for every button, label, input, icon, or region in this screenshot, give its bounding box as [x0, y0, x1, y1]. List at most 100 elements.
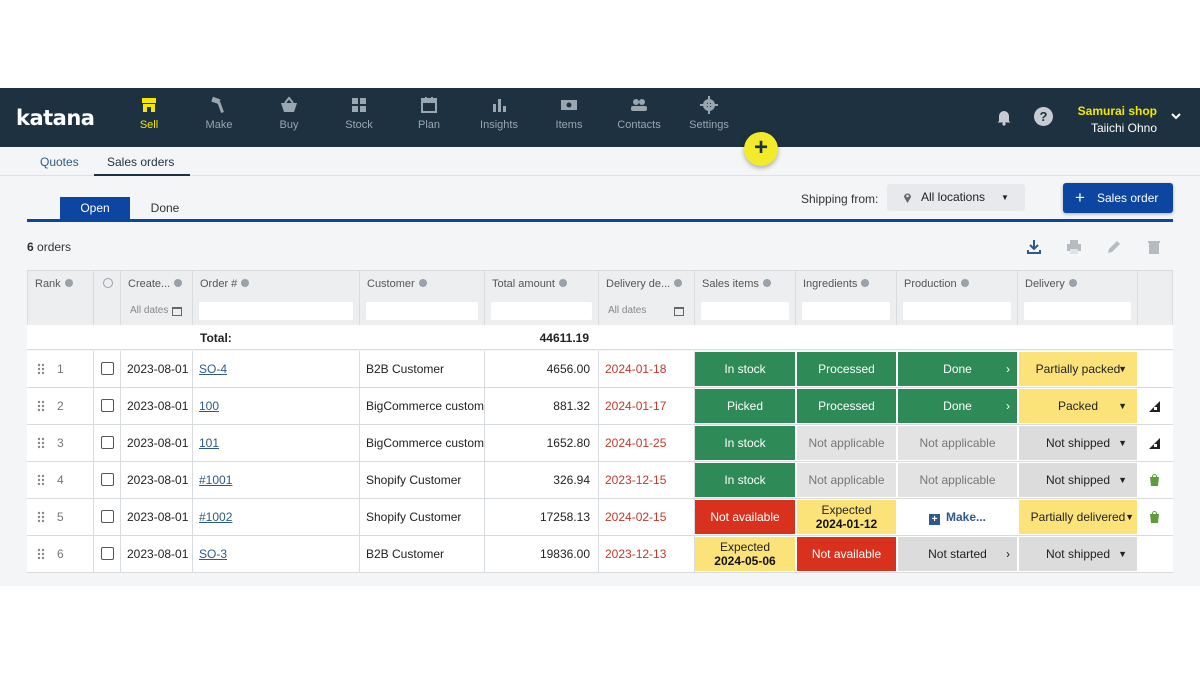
- filter-customer[interactable]: [360, 298, 485, 325]
- filter-total[interactable]: [485, 298, 599, 325]
- sales-items-status[interactable]: In stock: [695, 463, 795, 497]
- column-header-rank[interactable]: Rank: [27, 270, 94, 298]
- order-link[interactable]: #1002: [199, 510, 232, 524]
- delivery-status[interactable]: Not shipped ▼: [1019, 426, 1137, 460]
- table-row[interactable]: 1 2023-08-01 SO-4 B2B Customer 4656.00 2…: [27, 351, 1173, 388]
- customer-cell[interactable]: BigCommerce custom: [360, 388, 485, 424]
- nav-items[interactable]: Items: [534, 96, 604, 131]
- ingredients-status[interactable]: Processed: [797, 352, 896, 386]
- sales-items-status[interactable]: In stock: [695, 352, 795, 386]
- delivery-status[interactable]: Partially packed ▼: [1019, 352, 1137, 386]
- filter-created[interactable]: All dates: [121, 298, 193, 325]
- production-status[interactable]: Not applicable: [898, 426, 1017, 460]
- nav-insights[interactable]: Insights: [464, 96, 534, 131]
- tab-sales-orders[interactable]: Sales orders: [107, 155, 174, 169]
- column-header-sales-items[interactable]: Sales items: [695, 270, 796, 298]
- location-select[interactable]: All locations ▼: [887, 184, 1025, 211]
- column-header-delivery-date[interactable]: Delivery de...: [599, 270, 695, 298]
- table-row[interactable]: 4 2023-08-01 #1001 Shopify Customer 326.…: [27, 462, 1173, 499]
- sales-items-status[interactable]: In stock: [695, 426, 795, 460]
- customer-cell[interactable]: B2B Customer: [360, 536, 485, 572]
- production-status[interactable]: Not applicable: [898, 463, 1017, 497]
- tab-quotes[interactable]: Quotes: [40, 155, 79, 169]
- table-row[interactable]: 6 2023-08-01 SO-3 B2B Customer 19836.00 …: [27, 536, 1173, 573]
- row-checkbox[interactable]: [101, 547, 114, 560]
- sales-items-status[interactable]: Picked: [695, 389, 795, 423]
- column-header-customer[interactable]: Customer: [360, 270, 485, 298]
- column-header-delivery[interactable]: Delivery: [1018, 270, 1138, 298]
- customer-cell[interactable]: B2B Customer: [360, 351, 485, 387]
- edit-icon[interactable]: [1106, 239, 1122, 255]
- production-status[interactable]: Not started ›: [898, 537, 1017, 571]
- download-icon[interactable]: [1026, 239, 1042, 255]
- shop-name[interactable]: Samurai shop: [1078, 104, 1157, 118]
- filter-delivery[interactable]: [1018, 298, 1138, 325]
- filter-customer-input[interactable]: [366, 302, 478, 320]
- customer-cell[interactable]: Shopify Customer: [360, 462, 485, 498]
- filter-order[interactable]: [193, 298, 360, 325]
- delivery-status[interactable]: Not shipped ▼: [1019, 463, 1137, 497]
- filter-order-input[interactable]: [199, 302, 353, 320]
- nav-plan[interactable]: Plan: [394, 96, 464, 131]
- column-header-order[interactable]: Order #: [193, 270, 360, 298]
- ingredients-status[interactable]: Not available: [797, 537, 896, 571]
- bell-icon[interactable]: [995, 108, 1013, 126]
- nav-buy[interactable]: Buy: [254, 96, 324, 131]
- row-checkbox[interactable]: [101, 436, 114, 449]
- order-link[interactable]: 101: [199, 436, 219, 450]
- sales-items-status[interactable]: Not available: [695, 500, 795, 534]
- ingredients-status[interactable]: Not applicable: [797, 426, 896, 460]
- row-checkbox[interactable]: [101, 362, 114, 375]
- filter-production[interactable]: [897, 298, 1018, 325]
- column-header-total[interactable]: Total amount: [485, 270, 599, 298]
- make-order-button[interactable]: + Make...: [898, 500, 1017, 534]
- column-header-ingredients[interactable]: Ingredients: [796, 270, 897, 298]
- table-row[interactable]: 2 2023-08-01 100 BigCommerce custom 881.…: [27, 388, 1173, 425]
- column-header-production[interactable]: Production: [897, 270, 1018, 298]
- customer-cell[interactable]: Shopify Customer: [360, 499, 485, 535]
- production-status[interactable]: Done ›: [898, 352, 1017, 386]
- tab-done[interactable]: Done: [130, 197, 200, 219]
- delivery-status[interactable]: Partially delivered ▼: [1019, 500, 1137, 534]
- row-checkbox[interactable]: [101, 510, 114, 523]
- filter-delivery-input[interactable]: All dates: [605, 302, 688, 320]
- add-sales-order-button[interactable]: + Sales order: [1063, 183, 1173, 213]
- sales-items-status[interactable]: Expected 2024-05-06: [695, 537, 795, 571]
- customer-cell[interactable]: BigCommerce custom: [360, 425, 485, 461]
- delete-icon[interactable]: [1146, 239, 1162, 255]
- filter-delivery-date[interactable]: All dates: [599, 298, 695, 325]
- chevron-down-icon[interactable]: [1170, 110, 1182, 122]
- nav-stock[interactable]: Stock: [324, 96, 394, 131]
- quick-create-button[interactable]: +: [744, 132, 778, 166]
- tab-open[interactable]: Open: [60, 197, 130, 219]
- column-header-status[interactable]: [94, 270, 121, 298]
- user-name[interactable]: Taiichi Ohno: [1091, 121, 1157, 135]
- filter-delivery-status-input[interactable]: [1024, 302, 1131, 320]
- ingredients-status[interactable]: Expected 2024-01-12: [797, 500, 896, 534]
- order-link[interactable]: 100: [199, 399, 219, 413]
- table-row[interactable]: 3 2023-08-01 101 BigCommerce custom 1652…: [27, 425, 1173, 462]
- nav-settings[interactable]: Settings: [674, 96, 744, 131]
- table-row[interactable]: 5 2023-08-01 #1002 Shopify Customer 1725…: [27, 499, 1173, 536]
- column-header-created[interactable]: Create...: [121, 270, 193, 298]
- ingredients-status[interactable]: Not applicable: [797, 463, 896, 497]
- nav-sell[interactable]: Sell: [114, 96, 184, 131]
- filter-sales-items[interactable]: [695, 298, 796, 325]
- nav-make[interactable]: Make: [184, 96, 254, 131]
- order-link[interactable]: #1001: [199, 473, 232, 487]
- print-icon[interactable]: [1066, 239, 1082, 255]
- order-link[interactable]: SO-3: [199, 547, 227, 561]
- filter-created-input[interactable]: All dates: [127, 302, 186, 320]
- row-checkbox[interactable]: [101, 399, 114, 412]
- row-checkbox[interactable]: [101, 473, 114, 486]
- nav-contacts[interactable]: Contacts: [604, 96, 674, 131]
- help-icon[interactable]: ?: [1034, 107, 1053, 126]
- production-status[interactable]: Done ›: [898, 389, 1017, 423]
- delivery-status[interactable]: Not shipped ▼: [1019, 537, 1137, 571]
- filter-ingredients[interactable]: [796, 298, 897, 325]
- filter-sales-input[interactable]: [701, 302, 789, 320]
- ingredients-status[interactable]: Processed: [797, 389, 896, 423]
- filter-production-input[interactable]: [903, 302, 1011, 320]
- filter-ingredients-input[interactable]: [802, 302, 890, 320]
- order-link[interactable]: SO-4: [199, 362, 227, 376]
